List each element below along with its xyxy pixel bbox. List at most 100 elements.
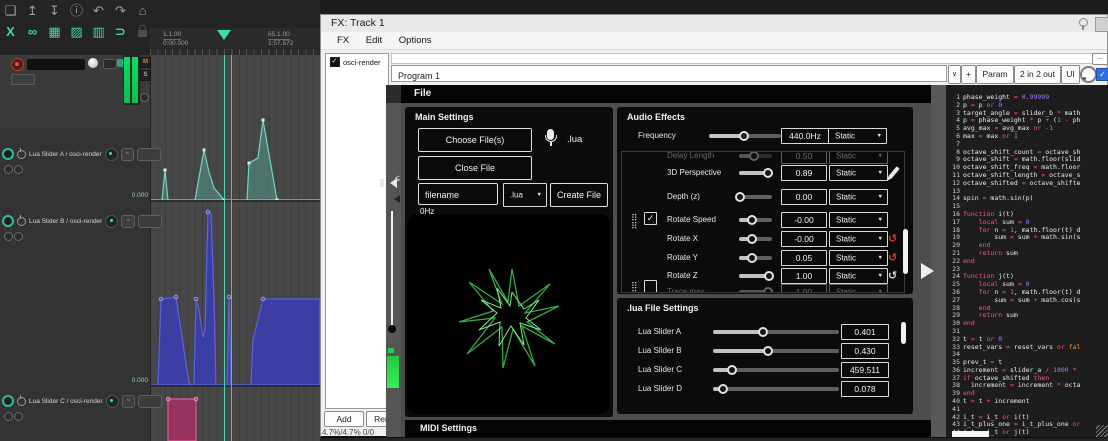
code-line[interactable]: 22end [948, 258, 1080, 266]
undo-icon[interactable]: ↶ [91, 4, 106, 18]
param-mode-dropdown[interactable]: Static▼ [829, 151, 888, 164]
param-slider[interactable] [739, 290, 772, 293]
save-project-icon[interactable]: ↥ [25, 4, 40, 18]
edit-pencil-icon[interactable] [888, 166, 899, 179]
lane-bypass-icon[interactable] [17, 217, 26, 226]
envelope-point[interactable] [164, 169, 167, 172]
code-line[interactable]: 6max = max or 1 [948, 133, 1080, 141]
trim-envelope-display[interactable] [11, 74, 35, 85]
param-mode-dropdown[interactable]: Static▼ [829, 284, 888, 293]
lane-value-knob[interactable] [105, 148, 118, 161]
crossfade-icon[interactable]: X [3, 25, 18, 39]
lane-shape-button[interactable]: ~ [121, 148, 135, 161]
param-slider[interactable] [739, 274, 772, 278]
lane-arm-icon[interactable] [2, 148, 14, 160]
project-settings-icon[interactable]: ⓘ [69, 4, 84, 18]
lane-mod-button[interactable] [137, 148, 161, 161]
fx-window-titlebar[interactable]: FX: Track 1 [321, 15, 1107, 32]
fx-enable-checkbox[interactable] [330, 57, 340, 67]
rotate-disabled-icon[interactable]: ↺ [888, 232, 897, 245]
envelope-lua-slider-c[interactable] [168, 399, 196, 441]
param-value[interactable]: 459.511 [841, 362, 889, 378]
param-slider[interactable] [709, 134, 781, 138]
param-value[interactable]: 0.430 [841, 343, 889, 359]
envelope-point[interactable] [248, 162, 251, 165]
menu-options[interactable]: Options [399, 35, 432, 46]
midi-settings-header[interactable]: MIDI Settings [405, 420, 931, 437]
slider-thumb[interactable] [735, 192, 745, 202]
file-menu[interactable]: File [414, 88, 431, 99]
lane-hide-icon[interactable] [14, 165, 23, 174]
lane-gear-icon[interactable] [4, 412, 13, 421]
param-value[interactable]: -0.00 [781, 231, 827, 247]
param-mode-dropdown[interactable]: Static▼ [829, 212, 888, 228]
open-project-icon[interactable]: ↧ [47, 4, 62, 18]
program-combobox[interactable]: Program 1 [391, 65, 947, 82]
more-button[interactable]: ... [1092, 53, 1108, 65]
close-file-button[interactable]: Close File [418, 156, 532, 180]
slider-thumb[interactable] [763, 287, 773, 293]
grid-icon[interactable]: ▥ [91, 25, 106, 39]
oscilloscope-view[interactable] [407, 214, 610, 414]
lane-shape-button[interactable]: ~ [121, 215, 135, 228]
slider-thumb[interactable] [747, 234, 757, 244]
wet-dry-knob[interactable] [1080, 66, 1097, 83]
phase-button[interactable] [140, 93, 149, 102]
code-line[interactable]: 40t = t + increment [948, 398, 1080, 406]
choose-files-button[interactable]: Choose File(s) [418, 128, 532, 152]
pin-icon[interactable] [1079, 18, 1088, 27]
code-line[interactable]: 14spin = math.sin(p) [948, 195, 1080, 203]
filename-input[interactable]: filename [418, 183, 498, 205]
lane-gear-icon[interactable] [4, 165, 13, 174]
param-slider[interactable] [713, 387, 839, 391]
microphone-icon[interactable] [547, 129, 554, 140]
arrange-view[interactable] [150, 55, 320, 441]
param-mode-dropdown[interactable]: Static▼ [829, 189, 888, 205]
render-icon[interactable]: ⌂ [135, 4, 150, 18]
envelope-point[interactable] [203, 149, 206, 152]
param-value[interactable]: 440.0Hz [781, 128, 829, 144]
param-value[interactable]: 0.078 [841, 381, 889, 397]
param-slider[interactable] [739, 171, 772, 175]
lane-value-knob[interactable] [106, 395, 119, 408]
slider-thumb[interactable] [763, 346, 773, 356]
fx-button[interactable] [103, 59, 117, 69]
lane-arm-icon[interactable] [2, 395, 14, 407]
code-line[interactable]: 30end [948, 320, 1080, 328]
slider-thumb[interactable] [749, 151, 759, 161]
menu-fx[interactable]: FX [337, 35, 349, 46]
new-project-icon[interactable]: ❏ [3, 4, 18, 18]
slider-thumb[interactable] [764, 271, 774, 281]
io-button[interactable]: 2 in 2 out [1014, 65, 1061, 84]
lane-mod-button[interactable] [138, 395, 162, 408]
lane-gear-icon[interactable] [4, 232, 13, 241]
param-slider[interactable] [713, 368, 839, 372]
param-mode-dropdown[interactable]: Static▼ [829, 268, 888, 284]
param-mode-dropdown[interactable]: Static▼ [828, 128, 887, 144]
param-slider[interactable] [713, 330, 839, 334]
create-file-button[interactable]: Create File [550, 183, 608, 207]
param-slider[interactable] [739, 237, 772, 241]
rotate-disabled-icon[interactable]: ↺ [888, 251, 897, 264]
playhead-marker[interactable] [217, 30, 231, 40]
lane-hide-icon[interactable] [14, 232, 23, 241]
resize-grip[interactable] [1096, 425, 1108, 437]
code-line[interactable]: 33reset_vars = reset_vars or fal [948, 344, 1080, 352]
param-slider[interactable] [739, 256, 772, 260]
track1-header[interactable]: M S [0, 55, 150, 128]
lane-value-knob[interactable] [105, 215, 118, 228]
rotate-enabled-icon[interactable]: ↺ [888, 269, 897, 282]
param-slider[interactable] [713, 349, 839, 353]
param-mode-dropdown[interactable]: Static▼ [829, 250, 888, 266]
param-value[interactable]: 0.05 [781, 250, 827, 266]
menu-edit[interactable]: Edit [366, 35, 382, 46]
slider-thumb[interactable] [718, 384, 728, 394]
fx-list-item[interactable]: osci-render [343, 58, 381, 67]
redo-icon[interactable]: ↷ [113, 4, 128, 18]
fx-comment-bar[interactable] [391, 53, 1108, 64]
param-slider[interactable] [739, 195, 772, 199]
add-fx-button[interactable]: Add [324, 411, 364, 427]
envelope-icon[interactable]: ▨ [69, 25, 84, 39]
param-value[interactable]: 1.00 [781, 284, 827, 293]
param-slider[interactable] [739, 218, 772, 222]
